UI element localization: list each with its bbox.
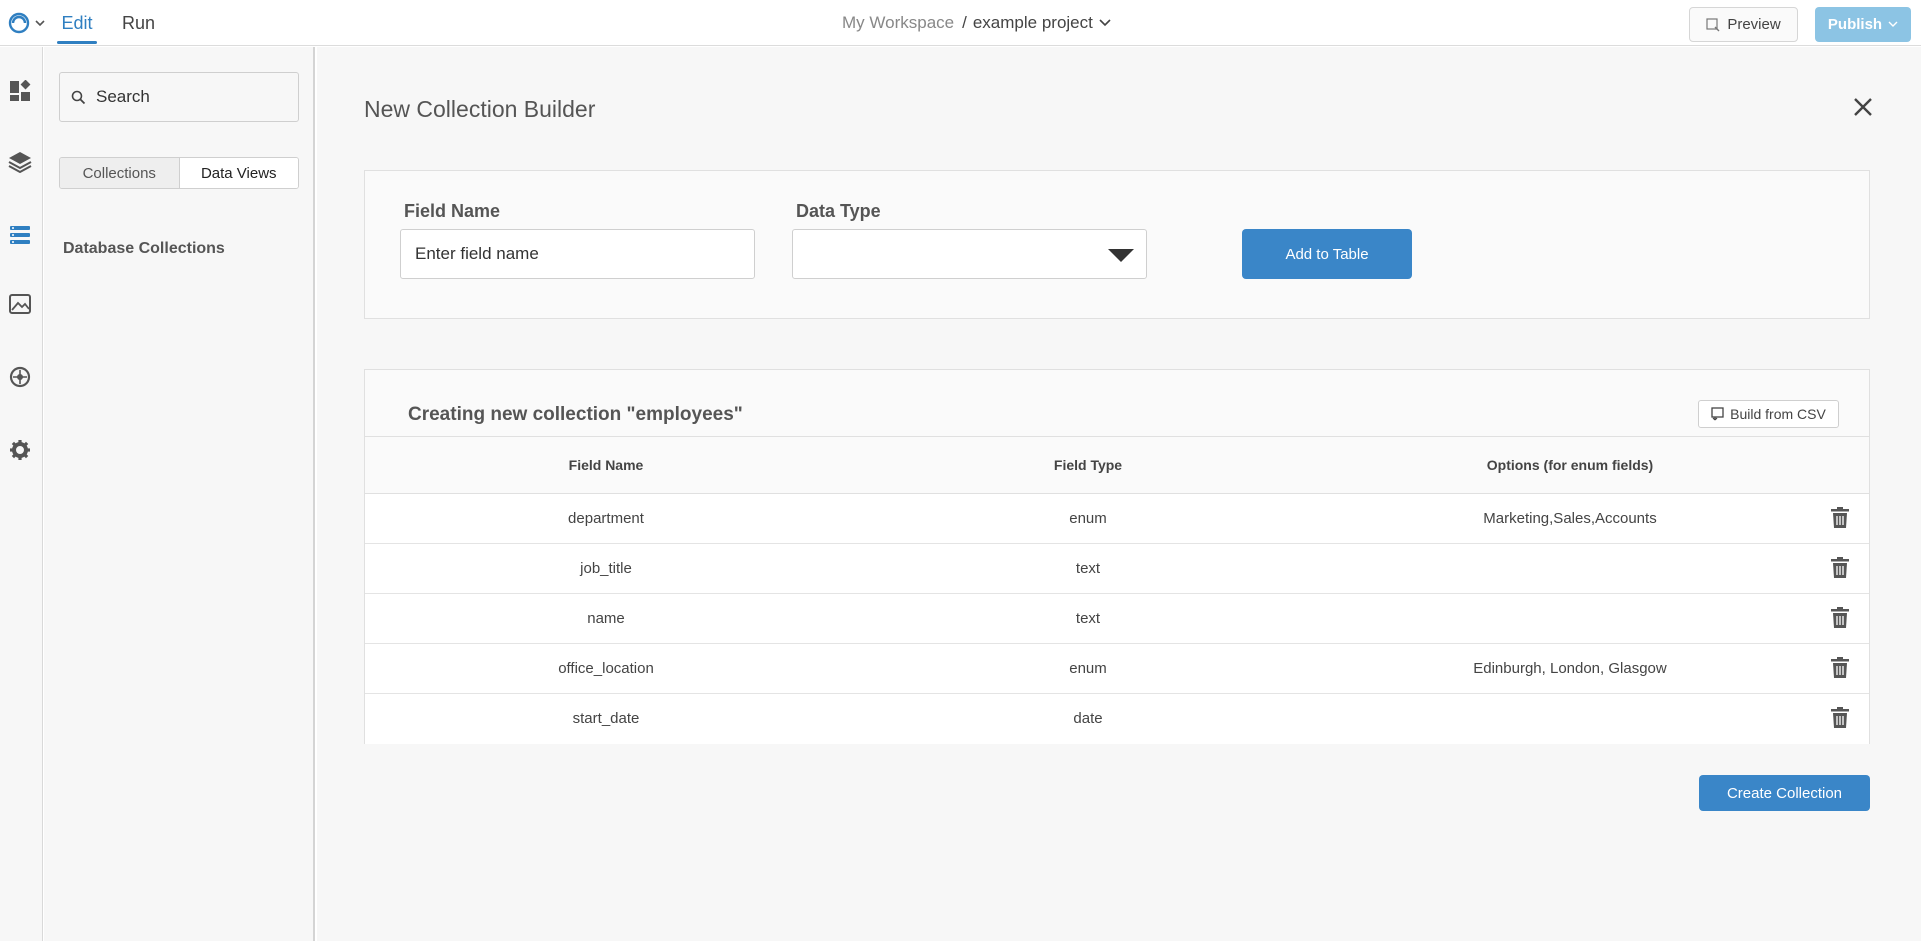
chevron-down-icon [1888,21,1898,27]
trash-icon[interactable] [1828,706,1852,730]
table-row: office_location enum Edinburgh, London, … [365,643,1869,694]
collection-title: Creating new collection "employees" [408,404,743,425]
cell-options [1329,593,1811,644]
table-row: name text [365,593,1869,644]
build-from-csv-button[interactable]: Build from CSV [1698,400,1839,428]
trash-icon[interactable] [1828,505,1852,529]
breadcrumb-separator: / [962,13,967,32]
trash-icon[interactable] [1828,655,1852,679]
add-to-table-button[interactable]: Add to Table [1242,229,1412,279]
cell-field-name: name [365,593,847,644]
page-title: New Collection Builder [364,96,596,122]
data-type-select[interactable] [792,229,1147,279]
create-collection-button[interactable]: Create Collection [1699,775,1870,811]
import-icon [1711,407,1724,421]
icon-rail [0,47,43,941]
column-header-actions [1811,436,1869,494]
breadcrumb-workspace[interactable]: My Workspace [842,0,954,46]
settings-icon[interactable] [8,438,32,462]
breadcrumb: My Workspace / example project [842,0,1111,46]
trash-icon[interactable] [1828,605,1852,629]
field-form-card: Field Name Data Type Add to Table [364,170,1870,319]
field-name-input[interactable] [400,229,755,279]
column-header-field-type: Field Type [847,436,1329,494]
cell-field-name: office_location [365,643,847,694]
tab-edit[interactable]: Edit [57,0,97,46]
cell-field-name: job_title [365,543,847,594]
image-icon[interactable] [8,292,32,316]
cell-field-type: text [847,543,1329,594]
database-collections-heading: Database Collections [63,240,225,257]
cell-options: Edinburgh, London, Glasgow [1329,643,1811,694]
close-button[interactable] [1849,93,1877,121]
cell-options [1329,543,1811,594]
view-toggle: Collections Data Views [59,157,299,189]
preview-label: Preview [1727,16,1781,33]
chevron-down-icon [1099,19,1111,27]
project-selector[interactable]: / example project [962,0,1111,46]
breadcrumb-project: example project [972,13,1093,32]
cell-options [1329,693,1811,744]
sidebar-panel: Collections Data Views Database Collecti… [44,47,315,941]
publish-label: Publish [1827,16,1883,33]
publish-button[interactable]: Publish [1815,7,1911,42]
cell-field-type: enum [847,643,1329,694]
fields-table: Field Name Field Type Options (for enum … [365,436,1869,744]
preview-button[interactable]: Preview [1689,7,1798,42]
database-icon[interactable] [8,223,32,247]
cell-field-type: date [847,693,1329,744]
table-row: job_title text [365,543,1869,594]
cell-field-type: enum [847,493,1329,544]
data-type-label: Data Type [796,201,881,221]
layers-icon[interactable] [8,150,32,174]
table-header-row: Field Name Field Type Options (for enum … [365,436,1869,494]
cell-field-name: department [365,493,847,544]
api-icon[interactable] [8,365,32,389]
main-content: New Collection Builder Field Name Data T… [317,47,1921,941]
app-logo-icon [8,12,45,34]
column-header-field-name: Field Name [365,436,847,494]
dashboard-icon[interactable] [8,79,32,103]
cell-options: Marketing,Sales,Accounts [1329,493,1811,544]
cell-field-type: text [847,593,1329,644]
search-input[interactable] [96,87,286,107]
top-bar: Edit Run My Workspace / example project … [0,0,1921,46]
column-header-options: Options (for enum fields) [1329,436,1811,494]
segment-collections[interactable]: Collections [60,158,180,188]
cell-field-name: start_date [365,693,847,744]
dropdown-arrow-icon [1108,249,1134,262]
table-row: department enum Marketing,Sales,Accounts [365,493,1869,544]
build-from-csv-label: Build from CSV [1730,406,1826,422]
app-logo-menu[interactable] [8,12,46,34]
table-row: start_date date [365,693,1869,744]
search-icon [71,90,86,104]
segment-data-views[interactable]: Data Views [179,158,298,188]
trash-icon[interactable] [1828,555,1852,579]
search-box [59,72,299,122]
collection-table-card: Creating new collection "employees" Buil… [364,369,1870,744]
close-icon [1854,98,1872,116]
preview-icon [1706,17,1720,31]
field-name-label: Field Name [404,201,501,221]
tab-run[interactable]: Run [122,0,155,46]
